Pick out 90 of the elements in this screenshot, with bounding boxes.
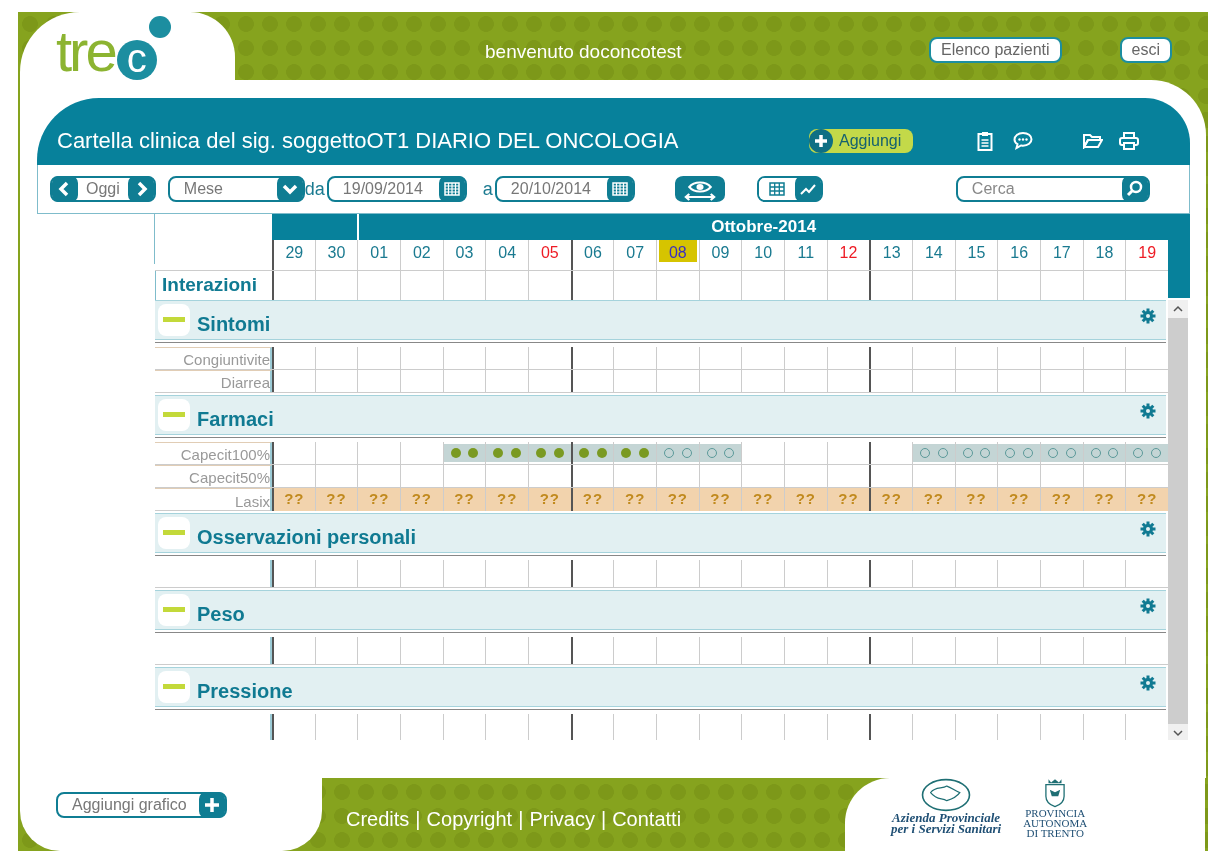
section-title: Pressione [197, 679, 294, 704]
welcome-text: benvenuto doconcotest [485, 40, 682, 64]
page-title: Cartella clinica del sig. soggettoOT1 DIARIO DEL ONCOLOGIA [57, 127, 680, 155]
table-cell-text: ?? [497, 489, 518, 509]
minus-icon [163, 412, 185, 417]
date-label: a [482, 177, 493, 201]
chart-view-toggle[interactable] [794, 176, 821, 202]
row-label: Lasix [234, 492, 270, 511]
minus-icon [163, 607, 185, 612]
day-label: 08 [658, 240, 697, 262]
search-icon[interactable] [1121, 176, 1148, 202]
table-cell-text: ?? [667, 489, 688, 509]
calendar-icon[interactable] [438, 176, 465, 202]
period-select[interactable]: Mese [167, 176, 305, 202]
search-input[interactable]: Cerca [971, 177, 1112, 201]
row-label: Capecit100% [180, 446, 270, 464]
add-chart-button[interactable]: Aggiungi grafico [56, 792, 227, 818]
settings-icon[interactable] [1140, 598, 1156, 614]
settings-icon[interactable] [1140, 521, 1156, 537]
logo-text: AUTONOMA [1023, 818, 1088, 828]
table-cell-text: ?? [582, 489, 604, 509]
table-cell-text: ?? [881, 489, 902, 509]
table-cell-text: ?? [1094, 489, 1115, 509]
table-cell-text: ?? [753, 489, 774, 509]
table-cell-text: ?? [923, 489, 944, 509]
table-cell-text: ?? [1009, 489, 1030, 509]
search-field[interactable]: Cerca [955, 176, 1150, 202]
line-chart-icon [799, 183, 816, 195]
footer-link[interactable]: Privacy [529, 804, 595, 834]
minus-icon [163, 530, 185, 535]
row-label: Diarrea [220, 374, 270, 392]
table-cell-text: ?? [625, 489, 646, 509]
logout-button[interactable]: esci [1119, 37, 1172, 63]
settings-icon[interactable] [1140, 403, 1156, 419]
table-cell-text: ?? [838, 489, 859, 509]
month-header: Ottobre-2014 [357, 214, 1168, 240]
table-cell-text: ?? [369, 489, 390, 509]
previous-icon[interactable] [52, 176, 78, 202]
logo-text: Azienda Provinciale [892, 812, 1001, 823]
speech-bubble-icon[interactable] [1013, 131, 1034, 150]
scroll-up-icon[interactable] [1168, 300, 1188, 318]
calendar-icon[interactable] [606, 176, 633, 202]
next-icon[interactable] [127, 176, 154, 202]
logo-text: PROVINCIA [1025, 808, 1086, 818]
table-cell-text: ?? [539, 489, 560, 509]
plus-icon [198, 792, 225, 818]
logo-text: DI TRENTO [1026, 828, 1084, 838]
clipboard-icon[interactable] [977, 130, 994, 151]
table-cell-text: ?? [1137, 489, 1158, 509]
date-label: da [304, 177, 325, 201]
table-cell-text: ?? [710, 489, 731, 509]
section-title: Farmaci [197, 407, 275, 432]
map-emblem-icon [920, 778, 973, 812]
link-separator: | [518, 807, 524, 832]
footer-link[interactable]: Credits [346, 804, 410, 834]
link-separator: | [415, 807, 421, 832]
section-title: Peso [197, 602, 246, 627]
today-navigator[interactable]: Oggi [50, 176, 156, 202]
section-title: Sintomi [197, 312, 272, 337]
date-field[interactable]: 19/09/2014 [326, 176, 467, 202]
scroll-down-icon[interactable] [1168, 724, 1188, 740]
minus-icon [163, 317, 185, 322]
table-cell-text: ?? [411, 489, 432, 509]
view-icon[interactable] [674, 176, 725, 202]
section-title: Osservazioni personali [197, 525, 417, 550]
grid-icon [768, 182, 785, 196]
table-cell-text: ?? [795, 489, 816, 509]
table-cell-text: ?? [1051, 489, 1072, 509]
link-separator: | [600, 807, 607, 832]
row-label: Interazioni [161, 273, 257, 297]
scrollbar[interactable] [1168, 300, 1188, 740]
row-label: Congiuntivite [183, 351, 270, 369]
date-field[interactable]: 20/10/2014 [494, 176, 635, 202]
plus-icon [809, 128, 833, 153]
table-cell-text: ?? [454, 489, 475, 509]
print-icon[interactable] [1119, 131, 1140, 150]
table-cell-text: ?? [284, 489, 305, 509]
settings-icon[interactable] [1140, 308, 1156, 324]
folder-icon[interactable] [1083, 132, 1104, 149]
footer-link[interactable]: Contatti [612, 804, 682, 834]
add-button[interactable]: Aggiungi [809, 128, 914, 153]
footer-link[interactable]: Copyright [426, 804, 513, 834]
table-cell-text: ?? [326, 489, 347, 509]
dropdown-icon[interactable] [276, 176, 303, 202]
row-label: Capecit50% [189, 469, 270, 487]
logo-text: per i Servizi Sanitari [891, 823, 1002, 834]
minus-icon [163, 684, 185, 689]
table-cell-text: ?? [966, 489, 987, 509]
patient-list-button[interactable]: Elenco pazienti [929, 37, 1062, 63]
settings-icon[interactable] [1140, 675, 1156, 691]
